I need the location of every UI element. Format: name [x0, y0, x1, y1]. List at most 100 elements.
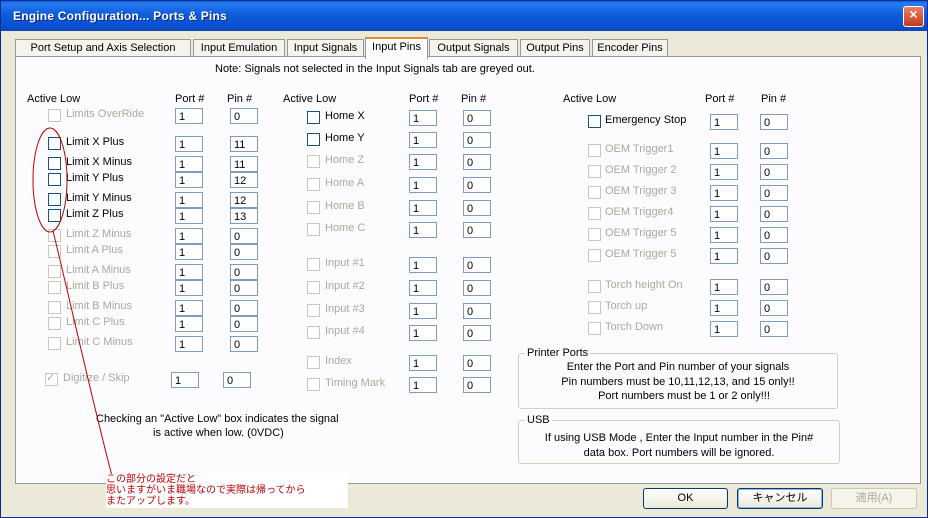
- active-low-checkbox[interactable]: [307, 258, 320, 271]
- pin-field[interactable]: 0: [760, 300, 788, 316]
- tab-encoder-pins[interactable]: Encoder Pins: [592, 39, 668, 57]
- port-field[interactable]: 1: [409, 200, 437, 216]
- pin-field[interactable]: 0: [463, 303, 491, 319]
- pin-field[interactable]: 0: [760, 248, 788, 264]
- active-low-checkbox[interactable]: [588, 301, 601, 314]
- tab-port-setup[interactable]: Port Setup and Axis Selection: [15, 39, 191, 57]
- port-field[interactable]: 1: [409, 177, 437, 193]
- pin-field[interactable]: 0: [463, 200, 491, 216]
- cancel-button[interactable]: キャンセル: [737, 488, 823, 509]
- port-field[interactable]: 1: [409, 303, 437, 319]
- pin-field[interactable]: 0: [760, 114, 788, 130]
- pin-field[interactable]: 0: [760, 143, 788, 159]
- pin-field[interactable]: 0: [230, 244, 258, 260]
- pin-field[interactable]: 0: [463, 154, 491, 170]
- active-low-checkbox[interactable]: [48, 109, 61, 122]
- apply-button[interactable]: 適用(A): [831, 488, 917, 509]
- port-field[interactable]: 1: [175, 208, 203, 224]
- pin-field[interactable]: 0: [463, 177, 491, 193]
- port-field[interactable]: 1: [409, 257, 437, 273]
- pin-field[interactable]: 12: [230, 192, 258, 208]
- port-field[interactable]: 1: [175, 172, 203, 188]
- ok-button[interactable]: OK: [643, 488, 728, 509]
- port-field[interactable]: 1: [175, 108, 203, 124]
- active-low-checkbox[interactable]: [588, 322, 601, 335]
- active-low-checkbox[interactable]: [588, 186, 601, 199]
- port-field[interactable]: 1: [710, 114, 738, 130]
- port-field[interactable]: 1: [409, 222, 437, 238]
- active-low-checkbox[interactable]: [307, 133, 320, 146]
- digitize-pin-field[interactable]: 0: [223, 372, 251, 388]
- pin-field[interactable]: 0: [230, 108, 258, 124]
- port-field[interactable]: 1: [175, 264, 203, 280]
- digitize-skip-checkbox[interactable]: [45, 371, 58, 386]
- port-field[interactable]: 1: [409, 355, 437, 371]
- port-field[interactable]: 1: [409, 132, 437, 148]
- active-low-checkbox[interactable]: [588, 165, 601, 178]
- active-low-checkbox[interactable]: [307, 378, 320, 391]
- active-low-checkbox[interactable]: [588, 280, 601, 293]
- pin-field[interactable]: 11: [230, 156, 258, 172]
- pin-field[interactable]: 0: [760, 185, 788, 201]
- active-low-checkbox[interactable]: [48, 229, 61, 242]
- port-field[interactable]: 1: [409, 110, 437, 126]
- pin-field[interactable]: 0: [760, 227, 788, 243]
- pin-field[interactable]: 0: [760, 164, 788, 180]
- port-field[interactable]: 1: [710, 279, 738, 295]
- pin-field[interactable]: 12: [230, 172, 258, 188]
- port-field[interactable]: 1: [175, 336, 203, 352]
- active-low-checkbox[interactable]: [48, 301, 61, 314]
- active-low-checkbox[interactable]: [588, 249, 601, 262]
- active-low-checkbox[interactable]: [48, 137, 61, 150]
- pin-field[interactable]: 0: [463, 110, 491, 126]
- pin-field[interactable]: 0: [230, 264, 258, 280]
- active-low-checkbox[interactable]: [48, 245, 61, 258]
- port-field[interactable]: 1: [175, 300, 203, 316]
- port-field[interactable]: 1: [710, 185, 738, 201]
- pin-field[interactable]: 0: [463, 280, 491, 296]
- pin-field[interactable]: 11: [230, 136, 258, 152]
- port-field[interactable]: 1: [710, 227, 738, 243]
- pin-field[interactable]: 0: [230, 336, 258, 352]
- active-low-checkbox[interactable]: [588, 228, 601, 241]
- pin-field[interactable]: 0: [463, 132, 491, 148]
- port-field[interactable]: 1: [710, 321, 738, 337]
- tab-input-emulation[interactable]: Input Emulation: [193, 39, 285, 57]
- active-low-checkbox[interactable]: [307, 304, 320, 317]
- port-field[interactable]: 1: [175, 156, 203, 172]
- active-low-checkbox[interactable]: [307, 281, 320, 294]
- port-field[interactable]: 1: [175, 316, 203, 332]
- pin-field[interactable]: 0: [463, 377, 491, 393]
- pin-field[interactable]: 0: [463, 257, 491, 273]
- tab-output-signals[interactable]: Output Signals: [429, 39, 518, 57]
- pin-field[interactable]: 0: [230, 280, 258, 296]
- port-field[interactable]: 1: [409, 154, 437, 170]
- pin-field[interactable]: 0: [760, 279, 788, 295]
- active-low-checkbox[interactable]: [48, 157, 61, 170]
- active-low-checkbox[interactable]: [588, 207, 601, 220]
- digitize-port-field[interactable]: 1: [171, 372, 199, 388]
- active-low-checkbox[interactable]: [307, 201, 320, 214]
- port-field[interactable]: 1: [175, 228, 203, 244]
- port-field[interactable]: 1: [175, 136, 203, 152]
- port-field[interactable]: 1: [409, 280, 437, 296]
- pin-field[interactable]: 13: [230, 208, 258, 224]
- active-low-checkbox[interactable]: [48, 173, 61, 186]
- active-low-checkbox[interactable]: [307, 155, 320, 168]
- port-field[interactable]: 1: [409, 377, 437, 393]
- pin-field[interactable]: 0: [760, 321, 788, 337]
- port-field[interactable]: 1: [710, 206, 738, 222]
- title-bar[interactable]: Engine Configuration... Ports & Pins ×: [1, 1, 927, 31]
- active-low-checkbox[interactable]: [307, 111, 320, 124]
- pin-field[interactable]: 0: [230, 300, 258, 316]
- active-low-checkbox[interactable]: [588, 144, 601, 157]
- tab-input-signals[interactable]: Input Signals: [287, 39, 364, 57]
- port-field[interactable]: 1: [710, 164, 738, 180]
- tab-output-pins[interactable]: Output Pins: [520, 39, 590, 57]
- active-low-checkbox[interactable]: [48, 317, 61, 330]
- active-low-checkbox[interactable]: [307, 326, 320, 339]
- port-field[interactable]: 1: [710, 248, 738, 264]
- active-low-checkbox[interactable]: [48, 193, 61, 206]
- active-low-checkbox[interactable]: [307, 356, 320, 369]
- active-low-checkbox[interactable]: [48, 281, 61, 294]
